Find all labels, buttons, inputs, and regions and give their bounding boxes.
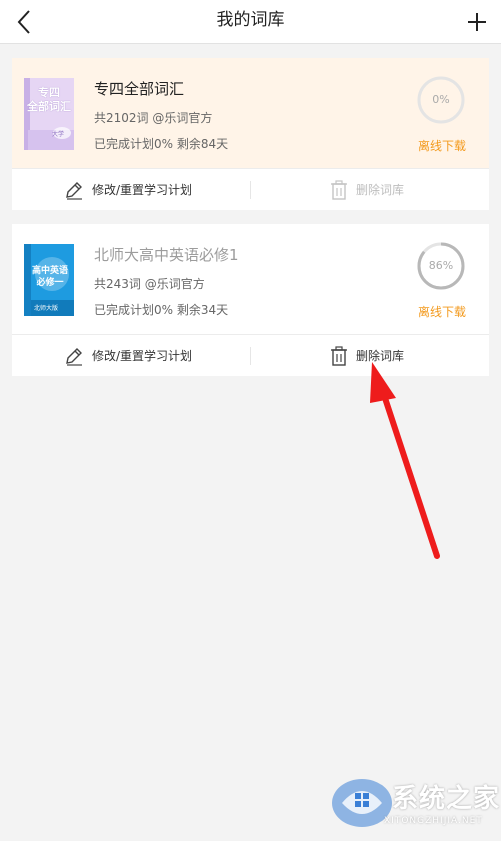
add-wordbook-button[interactable] <box>459 0 495 44</box>
book-cover-badge: 大学 <box>52 131 65 138</box>
back-button[interactable] <box>6 0 42 44</box>
wordbook-actions: 修改/重置学习计划 删除词库 <box>12 334 489 376</box>
book-cover-text: 高中英语 必修一 <box>31 266 68 288</box>
book-word-count: 共2102词 @乐词官方 <box>94 111 213 125</box>
progress-percent: 86% <box>428 259 454 272</box>
pencil-icon <box>66 347 82 366</box>
wordbook-card: 专四 全部词汇 大学 专四全部词汇 共2102词 @乐词官方 已完成计划0% 剩… <box>12 58 489 210</box>
offline-download-link[interactable]: 离线下载 <box>410 137 474 154</box>
book-cover-text: 专四 全部词汇 <box>27 86 71 113</box>
edit-plan-label: 修改/重置学习计划 <box>92 183 193 197</box>
edit-plan-button[interactable]: 修改/重置学习计划 <box>64 169 192 210</box>
wordbook-card: 高中英语 必修一 北师大版 北师大高中英语必修1 共243词 @乐词官方 已完成… <box>12 224 489 376</box>
progress-percent: 0% <box>432 93 450 106</box>
divider <box>250 347 251 365</box>
page-title: 我的词库 <box>216 10 285 30</box>
watermark-subtext: XITONGZHIJIA.NET <box>384 816 483 826</box>
top-bar: 我的词库 <box>0 0 501 44</box>
delete-wordbook-button[interactable]: 删除词库 <box>330 169 404 210</box>
trash-icon <box>331 345 347 366</box>
delete-wordbook-label: 删除词库 <box>356 349 405 363</box>
pencil-icon <box>66 181 82 200</box>
watermark-text: 系统之家 <box>392 784 501 814</box>
trash-icon <box>331 179 347 200</box>
book-cover-badge: 北师大版 <box>34 305 59 312</box>
offline-download-link[interactable]: 离线下载 <box>410 303 474 320</box>
wordbook-actions: 修改/重置学习计划 删除词库 <box>12 168 489 210</box>
book-plan-progress: 已完成计划0% 剩余34天 <box>94 303 229 317</box>
book-word-count: 共243词 @乐词官方 <box>94 277 205 291</box>
edit-plan-label: 修改/重置学习计划 <box>92 349 193 363</box>
delete-wordbook-label: 删除词库 <box>356 183 405 197</box>
book-title: 专四全部词汇 <box>94 80 185 98</box>
edit-plan-button[interactable]: 修改/重置学习计划 <box>64 335 192 376</box>
wordbook-card-info[interactable]: 专四 全部词汇 大学 专四全部词汇 共2102词 @乐词官方 已完成计划0% 剩… <box>12 58 489 168</box>
book-title: 北师大高中英语必修1 <box>94 246 239 264</box>
delete-wordbook-button[interactable]: 删除词库 <box>330 335 404 376</box>
plus-icon <box>468 13 486 31</box>
book-plan-progress: 已完成计划0% 剩余84天 <box>94 137 229 151</box>
chevron-left-icon <box>17 10 30 34</box>
wordbook-card-info[interactable]: 高中英语 必修一 北师大版 北师大高中英语必修1 共243词 @乐词官方 已完成… <box>12 224 489 334</box>
divider <box>250 181 251 199</box>
